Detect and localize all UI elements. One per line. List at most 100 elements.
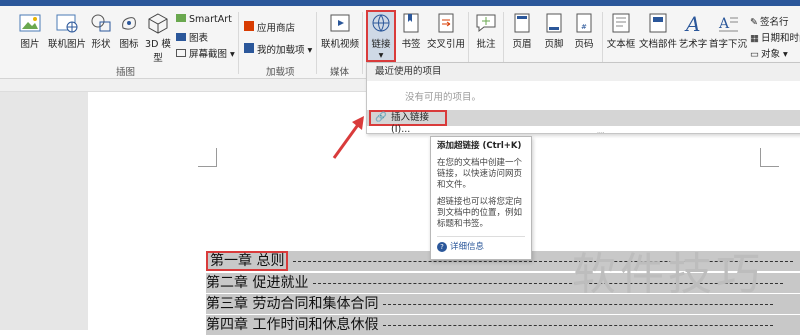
page-number-icon: #	[576, 13, 592, 33]
group-label-illustrations: 插图	[116, 67, 136, 78]
margin-corner-mark	[198, 148, 217, 167]
separator	[238, 12, 239, 74]
footer-button[interactable]: 页脚	[540, 12, 568, 50]
online-pictures-label: 联机图片	[47, 39, 86, 50]
my-addins-label: 我的加载项	[257, 45, 305, 56]
link-button[interactable]: 链接 ▾	[366, 10, 396, 62]
more-info-link[interactable]: ? 详细信息	[437, 236, 525, 253]
bookmark-icon	[403, 13, 419, 33]
toc-leader	[382, 324, 773, 326]
globe-link-icon	[372, 14, 390, 32]
insert-link-menu-row[interactable]: 🔗 插入链接(I)...	[367, 110, 800, 135]
icons-button[interactable]: 图标	[116, 12, 142, 50]
cross-reference-icon	[438, 13, 454, 33]
comment-label: 批注	[476, 39, 496, 50]
online-pictures-button[interactable]: 联机图片	[46, 12, 88, 50]
no-items-text: 没有可用的项目。	[405, 92, 482, 103]
page-number-button[interactable]: # 页码	[570, 12, 598, 50]
smartart-label: SmartArt	[189, 14, 232, 25]
comment-icon	[476, 14, 496, 33]
smartart-icon	[176, 14, 186, 22]
bookmark-label: 书签	[401, 39, 421, 50]
cube-icon	[148, 13, 168, 34]
header-icon	[514, 13, 530, 33]
screenshot-label: 屏幕截图	[189, 49, 228, 60]
margin-corner-mark	[760, 148, 779, 167]
shapes-icon	[91, 14, 111, 32]
drop-cap-label: 首字下沉	[708, 39, 747, 50]
3d-models-button[interactable]: 3D 模型	[144, 12, 172, 64]
text-box-button[interactable]: 文本框	[604, 12, 638, 50]
cross-reference-label: 交叉引用	[426, 39, 465, 50]
online-video-button[interactable]: 联机视频	[320, 12, 360, 50]
smartart-button[interactable]: SmartArt	[176, 14, 232, 25]
chart-label: 图表	[189, 33, 209, 44]
picture-icon	[19, 14, 41, 32]
tooltip-title: 添加超链接 (Ctrl+K)	[437, 141, 522, 151]
chart-button[interactable]: 图表	[176, 30, 208, 44]
wordart-button[interactable]: A 艺术字	[678, 12, 708, 50]
toc-entry-text: 第一章 总则	[206, 251, 289, 271]
online-video-label: 联机视频	[320, 39, 359, 50]
drop-cap-icon: A	[718, 16, 738, 32]
screenshot-icon	[176, 49, 186, 57]
annotation-arrow	[332, 116, 364, 159]
bookmark-button[interactable]: 书签	[398, 12, 424, 50]
toc-entry-text: 第四章 工作时间和休息休假	[206, 317, 379, 333]
page-number-label: 页码	[574, 39, 594, 50]
comment-button[interactable]: 批注	[472, 12, 500, 50]
insert-link-menu-item[interactable]: 🔗 插入链接(I)...	[369, 110, 447, 135]
wordart-icon: A	[684, 12, 700, 34]
3d-models-label: 3D 模型	[145, 39, 171, 64]
object-button[interactable]: ▭ 对象 ▾	[750, 46, 788, 60]
chart-icon	[176, 33, 186, 41]
icons-icon	[122, 17, 136, 30]
date-time-button[interactable]: ▦日期和时间	[750, 30, 800, 44]
quick-parts-label: 文档部件	[638, 39, 677, 50]
link-label: 链接	[371, 39, 391, 50]
insert-link-label: 插入链接(I)...	[391, 112, 430, 135]
svg-text:A: A	[718, 16, 730, 32]
text-box-label: 文本框	[606, 39, 636, 50]
shapes-button[interactable]: 形状	[88, 12, 114, 50]
text-box-icon	[612, 13, 630, 33]
my-addins-button[interactable]: 我的加载项 ▾	[244, 42, 312, 56]
object-label: 对象	[760, 49, 780, 60]
toc-entry-text: 第三章 劳动合同和集体合同	[206, 296, 379, 312]
watermark-text: 软件技巧	[572, 249, 764, 300]
chevron-down-icon: ▾	[780, 49, 788, 60]
addins-icon	[244, 43, 254, 53]
store-icon	[244, 21, 254, 31]
chevron-down-icon: ▾	[304, 45, 313, 56]
footer-label: 页脚	[544, 39, 564, 50]
drop-cap-button[interactable]: A 首字下沉	[708, 12, 748, 50]
store-label: 应用商店	[257, 23, 296, 34]
online-picture-icon	[56, 14, 78, 33]
link-chain-icon: 🔗	[375, 112, 387, 123]
header-button[interactable]: 页眉	[508, 12, 536, 50]
date-time-label: 日期和时间	[760, 33, 800, 44]
toc-leader	[382, 303, 773, 305]
tooltip-description-2: 超链接也可以将您定向到文档中的位置，例如标题和书签。	[437, 197, 523, 229]
signature-icon: ✎	[750, 17, 758, 28]
quick-parts-button[interactable]: 文档部件	[638, 12, 678, 50]
shapes-label: 形状	[91, 39, 111, 50]
svg-text:#: #	[581, 23, 587, 31]
icons-label: 图标	[119, 39, 139, 50]
screenshot-button[interactable]: 屏幕截图 ▾	[176, 46, 235, 60]
chevron-down-icon: ▾	[227, 49, 235, 60]
separator	[362, 12, 363, 74]
link-dropdown-menu: 最近使用的项目 没有可用的项目。 🔗 插入链接(I)... ....	[366, 62, 800, 135]
signature-line-label: 签名行	[759, 17, 789, 28]
recent-items-header: 最近使用的项目	[367, 63, 800, 81]
store-button[interactable]: 应用商店	[244, 20, 295, 34]
video-icon	[330, 14, 350, 32]
group-label-media: 媒体	[330, 67, 350, 78]
pictures-button[interactable]: 图片	[14, 12, 46, 50]
signature-line-button[interactable]: ✎ 签名行	[750, 14, 788, 28]
more-info-label: 详细信息	[450, 242, 485, 252]
cross-reference-button[interactable]: 交叉引用	[426, 12, 466, 50]
pictures-label: 图片	[20, 39, 40, 50]
resize-grip[interactable]: ....	[597, 128, 605, 135]
toc-entry[interactable]: 第四章 工作时间和休息休假	[206, 315, 773, 335]
